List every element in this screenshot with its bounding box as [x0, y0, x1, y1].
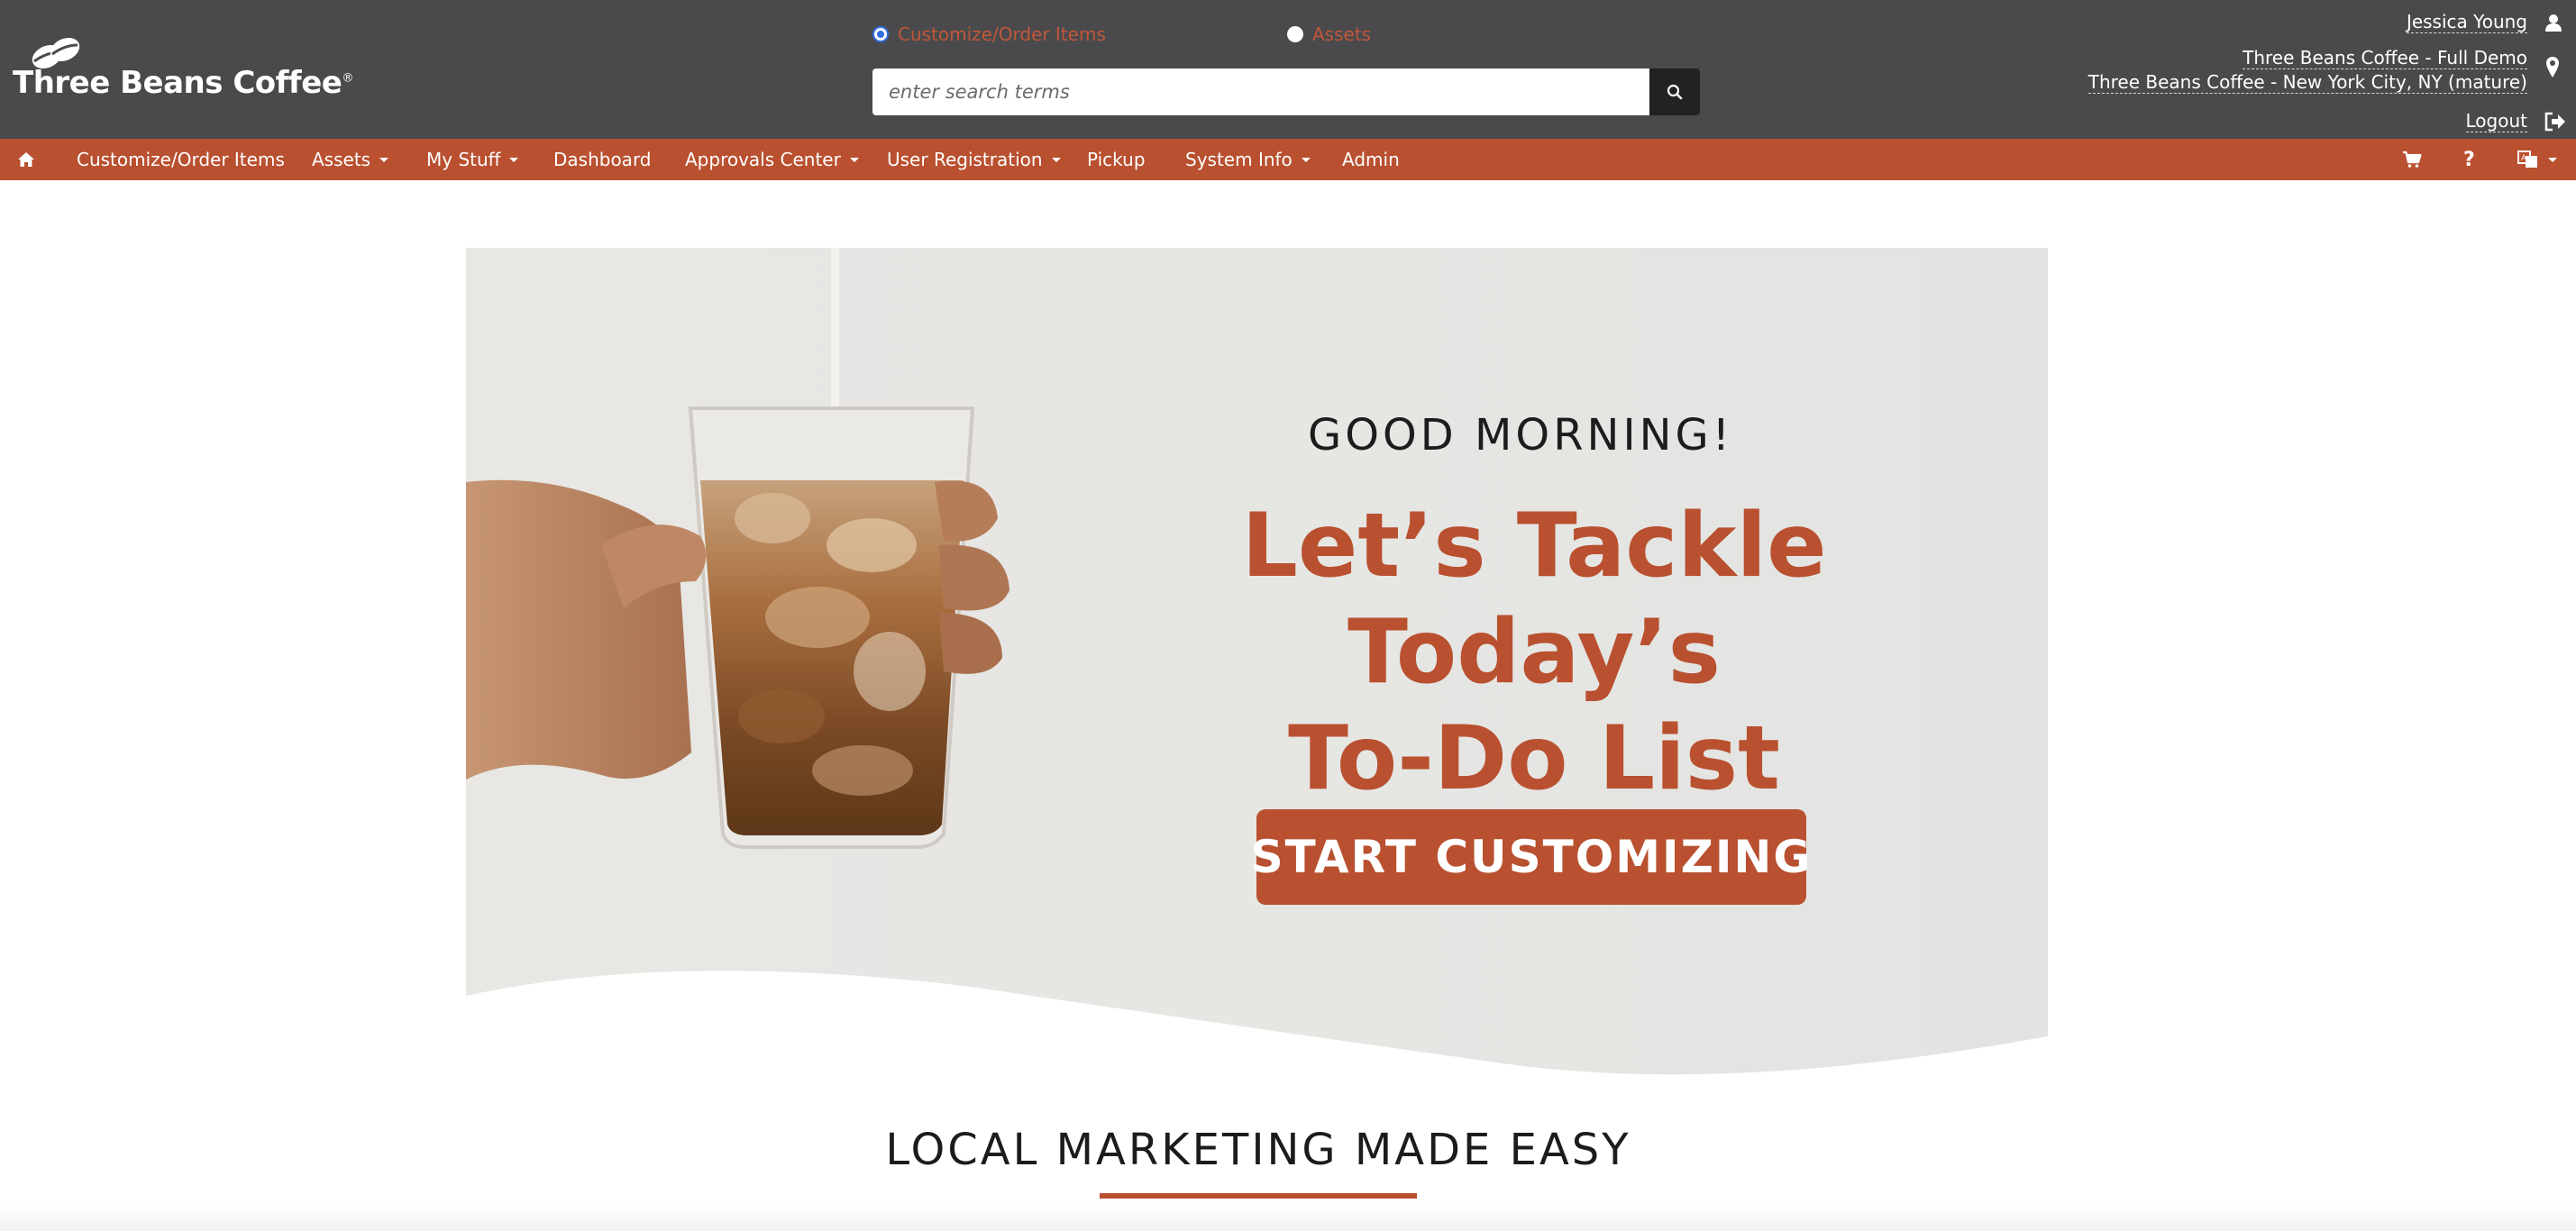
hero-greeting: GOOD MORNING!	[1308, 410, 1733, 460]
nav-admin[interactable]: Admin	[1342, 139, 1400, 180]
map-pin-icon[interactable]	[2545, 56, 2560, 79]
hero-headline-line-2: To-Do List	[1288, 707, 1780, 810]
main-nav: Customize/Order Items Assets My Stuff Da…	[0, 139, 2576, 180]
caret-down-icon	[509, 157, 519, 162]
nav-approvals-center[interactable]: Approvals Center	[685, 139, 859, 180]
search-mode-label: Assets	[1312, 23, 1372, 45]
hero-headline: Let’s Tackle Today’s To-Do List	[1083, 493, 1985, 812]
nav-label: Admin	[1342, 149, 1400, 170]
search-mode-assets[interactable]: Assets	[1287, 20, 1371, 49]
nav-label: Pickup	[1087, 149, 1146, 170]
search-mode-order-items[interactable]: Customize/Order Items	[872, 20, 1106, 49]
location-link[interactable]: Three Beans Coffee - New York City, NY (…	[2087, 71, 2527, 94]
search-button[interactable]	[1649, 68, 1700, 115]
section-divider	[1100, 1193, 1417, 1199]
nav-home[interactable]	[17, 139, 35, 180]
nav-label: System Info	[1185, 149, 1293, 170]
start-customizing-button[interactable]: START CUSTOMIZING	[1251, 809, 1810, 905]
cart-icon	[2403, 150, 2422, 168]
nav-label: My Stuff	[426, 149, 501, 170]
svg-text:A: A	[2521, 154, 2527, 163]
user-panel: Jessica Young Three Beans Coffee - Full …	[2035, 0, 2576, 139]
content-shadow	[0, 1204, 2576, 1231]
logo-wordmark: Three Beans Coffee®	[13, 65, 353, 101]
caret-down-icon	[849, 157, 859, 162]
caret-down-icon	[379, 157, 389, 162]
nav-customize-order-items[interactable]: Customize/Order Items	[77, 139, 285, 180]
home-icon	[18, 152, 34, 167]
hero-banner: GOOD MORNING! Let’s Tackle Today’s To-Do…	[466, 248, 2048, 1077]
nav-user-registration[interactable]: User Registration	[887, 139, 1061, 180]
nav-dashboard[interactable]: Dashboard	[553, 139, 652, 180]
radio-selected-icon[interactable]	[872, 26, 889, 42]
site-header: Three Beans Coffee® Customize/Order Item…	[0, 0, 2576, 139]
user-icon[interactable]	[2544, 13, 2563, 32]
nav-label: Dashboard	[553, 149, 652, 170]
help-icon: ?	[2463, 148, 2475, 171]
account-link[interactable]: Three Beans Coffee - Full Demo	[2243, 47, 2527, 69]
nav-label: Assets	[312, 149, 371, 170]
nav-assets[interactable]: Assets	[312, 139, 389, 180]
search-icon	[1667, 84, 1683, 100]
logout-link[interactable]: Logout	[2465, 110, 2527, 132]
nav-cart[interactable]	[2402, 139, 2422, 180]
nav-language[interactable]: A	[2517, 139, 2557, 180]
language-icon: A	[2517, 150, 2537, 168]
nav-help[interactable]: ?	[2463, 139, 2475, 180]
search-input[interactable]	[872, 68, 1649, 115]
nav-label: Customize/Order Items	[77, 149, 285, 170]
nav-pickup[interactable]: Pickup	[1087, 139, 1146, 180]
radio-unselected-icon[interactable]	[1287, 26, 1303, 42]
nav-system-info[interactable]: System Info	[1185, 139, 1311, 180]
caret-down-icon	[2548, 157, 2557, 162]
caret-down-icon	[1051, 157, 1061, 162]
user-name-link[interactable]: Jessica Young	[2406, 11, 2527, 33]
section-title: LOCAL MARKETING MADE EASY	[885, 1125, 1631, 1175]
nav-my-stuff[interactable]: My Stuff	[426, 139, 519, 180]
logout-icon[interactable]	[2544, 112, 2567, 132]
search-mode-label: Customize/Order Items	[898, 23, 1106, 45]
caret-down-icon	[1301, 157, 1311, 162]
nav-label: User Registration	[887, 149, 1043, 170]
nav-label: Approvals Center	[685, 149, 841, 170]
hero-headline-line-1: Let’s Tackle Today’s	[1241, 495, 1827, 704]
site-logo[interactable]: Three Beans Coffee®	[13, 34, 353, 106]
